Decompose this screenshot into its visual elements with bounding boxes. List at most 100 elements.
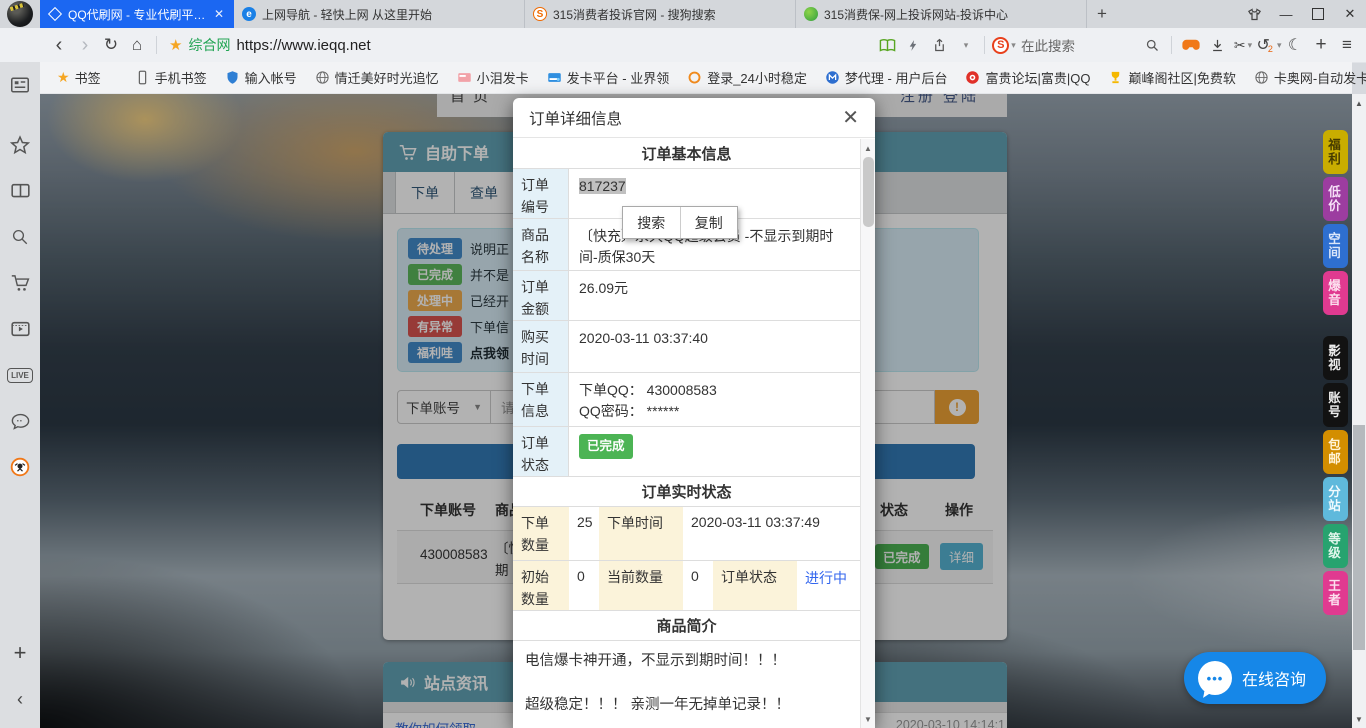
float-button-yingshi[interactable]: 影视 <box>1323 336 1348 380</box>
tab-qq-daishua[interactable]: QQ代刷网 - 专业代刷平台,自助下单 ✕ <box>40 0 234 28</box>
row-order-info: 下单信息 下单QQ： 430008583QQ密码： ****** <box>513 373 860 427</box>
skin-theme-icon[interactable] <box>1238 0 1270 28</box>
section-basic-info: 订单基本信息 <box>513 139 860 169</box>
screenshot-scissors-icon[interactable]: ✂▾ <box>1230 31 1256 59</box>
text-selection-context-menu: 搜索 复制 <box>622 206 738 239</box>
scroll-up-icon[interactable]: ▲ <box>861 141 875 155</box>
scrollbar-thumb[interactable] <box>1353 425 1365 650</box>
scroll-down-icon[interactable]: ▼ <box>1352 712 1366 726</box>
section-realtime-status: 订单实时状态 <box>513 477 860 507</box>
flash-quick-icon[interactable] <box>900 31 926 59</box>
float-button-wangzhe[interactable]: 王者 <box>1323 571 1348 615</box>
float-button-fenzhan[interactable]: 分站 <box>1323 477 1348 521</box>
sidebar-add-icon[interactable]: + <box>0 630 40 676</box>
reading-mode-icon[interactable] <box>874 31 900 59</box>
sidebar-collapse-icon[interactable]: ‹ <box>0 676 40 722</box>
share-icon[interactable] <box>926 31 952 59</box>
bookmark-login-24h[interactable]: 登录_24小时稳定 <box>680 66 814 90</box>
modal-scrollbar[interactable]: ▲ ▼ <box>860 139 875 728</box>
browser-window: QQ代刷网 - 专业代刷平台,自助下单 ✕ e 上网导航 - 轻快上网 从这里开… <box>0 0 1366 728</box>
home-button[interactable]: ⌂ <box>124 31 150 59</box>
context-search-button[interactable]: 搜索 <box>623 207 681 238</box>
menu-hamburger-icon[interactable]: ≡ <box>1334 31 1360 59</box>
scroll-up-icon[interactable]: ▲ <box>1352 96 1366 110</box>
order-id-value[interactable]: 817237 <box>579 178 626 194</box>
live-icon[interactable]: LIVE <box>0 352 40 398</box>
bookmark-account[interactable]: 输入帐号 <box>218 66 304 90</box>
night-mode-moon-icon[interactable]: ☾ <box>1282 31 1308 59</box>
float-button-zhanghao[interactable]: 账号 <box>1323 383 1348 427</box>
bookmark-qingqian[interactable]: 情迁美好时光追忆 <box>308 66 446 90</box>
star-icon: ★ <box>57 69 70 86</box>
bookmark-xiaolei-faka[interactable]: 小泪发卡 <box>450 66 536 90</box>
float-button-dijia[interactable]: 低价 <box>1323 177 1348 221</box>
site-category-label: 综合网 <box>188 35 230 55</box>
online-chat-button[interactable]: ••• 在线咨询 <box>1184 652 1326 704</box>
search-icon[interactable] <box>0 214 40 260</box>
row-purchase-time: 购买时间 2020-03-11 03:37:40 <box>513 321 860 373</box>
float-button-baoyou[interactable]: 包邮 <box>1323 430 1348 474</box>
tab-315-xiaofeibao[interactable]: 315消费保-网上投诉网站-投诉中心 <box>796 0 1087 28</box>
url-text[interactable]: https://www.ieqq.net <box>236 37 370 54</box>
new-tab-button[interactable]: + <box>1087 0 1117 28</box>
page-scrollbar[interactable]: ▲ ▼ <box>1352 94 1366 728</box>
window-controls: — ✕ <box>1238 0 1366 28</box>
scrollbar-thumb[interactable] <box>863 157 874 227</box>
maximize-button[interactable] <box>1302 0 1334 28</box>
order-detail-modal: 订单详细信息 ✕ 订单基本信息 订单编号 817237 商品名称 〔快充〕永久Q… <box>513 98 875 728</box>
tab4-favicon-leaf-icon <box>804 7 818 21</box>
history-undo-icon[interactable]: ↺2▾ <box>1256 31 1282 59</box>
sogou-search-icon[interactable]: S▾ <box>991 31 1017 59</box>
reading-book-icon[interactable] <box>0 168 40 214</box>
video-player-icon[interactable] <box>0 306 40 352</box>
bookmark-kaao[interactable]: 卡奥网-自动发卡平 <box>1247 66 1366 90</box>
float-button-fuli[interactable]: 福利 <box>1323 130 1348 174</box>
bookmark-faka-platform[interactable]: 发卡平台 - 业界领 <box>540 66 677 90</box>
download-icon[interactable] <box>1204 31 1230 59</box>
notes-list-icon[interactable] <box>0 62 40 108</box>
bookmark-root[interactable]: ★书签 <box>50 66 108 90</box>
tab-navigation[interactable]: e 上网导航 - 轻快上网 从这里开始 <box>234 0 525 28</box>
add-plugin-icon[interactable]: + <box>1308 31 1334 59</box>
bookmarks-bar: ★书签 手机书签 输入帐号 情迁美好时光追忆 小泪发卡 发卡平台 - 业界领 登… <box>40 62 1352 94</box>
chat-bubble-icon[interactable] <box>0 398 40 444</box>
order-status-badge: 已完成 <box>579 434 633 459</box>
float-button-dengji[interactable]: 等级 <box>1323 524 1348 568</box>
row-realtime-2: 初始数量 0 当前数量 0 订单状态 进行中 <box>513 561 860 611</box>
tab-315-sogou[interactable]: S 315消费者投诉官网 - 搜狗搜索 <box>525 0 796 28</box>
modal-close-icon[interactable]: ✕ <box>842 108 859 128</box>
float-button-kongjian[interactable]: 空间 <box>1323 224 1348 268</box>
tab2-favicon-e-icon: e <box>242 7 256 21</box>
game-center-icon[interactable] <box>1178 31 1204 59</box>
row-order-status: 订单状态 已完成 <box>513 427 860 477</box>
scroll-down-icon[interactable]: ▼ <box>861 712 875 726</box>
context-copy-button[interactable]: 复制 <box>681 207 738 238</box>
bookmark-fugui-forum[interactable]: 富贵论坛|富贵|QQ <box>958 66 1097 90</box>
row-realtime-1: 下单数量 25 下单时间 2020-03-11 03:37:49 <box>513 507 860 561</box>
tab-bar: QQ代刷网 - 专业代刷平台,自助下单 ✕ e 上网导航 - 轻快上网 从这里开… <box>0 0 1366 28</box>
search-here-label[interactable]: 在此搜索 <box>1017 35 1079 55</box>
tab-title: QQ代刷网 - 专业代刷平台,自助下单 <box>68 6 206 23</box>
browser-logo <box>0 0 40 28</box>
tab-title: 315消费保-网上投诉网站-投诉中心 <box>824 6 1078 23</box>
tab-close-icon[interactable]: ✕ <box>212 7 226 21</box>
favorite-star-icon[interactable]: ★ <box>169 36 182 54</box>
search-icon[interactable] <box>1139 31 1165 59</box>
bookmark-dianfengge[interactable]: 巅峰阁社区|免费软 <box>1101 66 1242 90</box>
bookmark-mengdaili[interactable]: 梦代理 - 用户后台 <box>818 66 955 90</box>
close-window-button[interactable]: ✕ <box>1334 0 1366 28</box>
minimize-button[interactable]: — <box>1270 0 1302 28</box>
favorites-star-icon[interactable] <box>0 122 40 168</box>
forward-button[interactable]: › <box>72 31 98 59</box>
order-progress-link[interactable]: 进行中 <box>797 561 860 610</box>
refresh-button[interactable]: ↻ <box>98 31 124 59</box>
share-chevron-icon[interactable]: ▾ <box>952 31 978 59</box>
football-icon[interactable] <box>0 444 40 490</box>
address-bar[interactable]: ★ 综合网 https://www.ieqq.net <box>163 31 874 59</box>
shopping-cart-icon[interactable] <box>0 260 40 306</box>
back-button[interactable]: ‹ <box>46 31 72 59</box>
float-button-baoyin[interactable]: 爆音 <box>1323 271 1348 315</box>
bookmark-mobile[interactable]: 手机书签 <box>128 66 214 90</box>
tab-title: 315消费者投诉官网 - 搜狗搜索 <box>553 6 787 23</box>
chat-bubble-icon: ••• <box>1198 661 1232 695</box>
